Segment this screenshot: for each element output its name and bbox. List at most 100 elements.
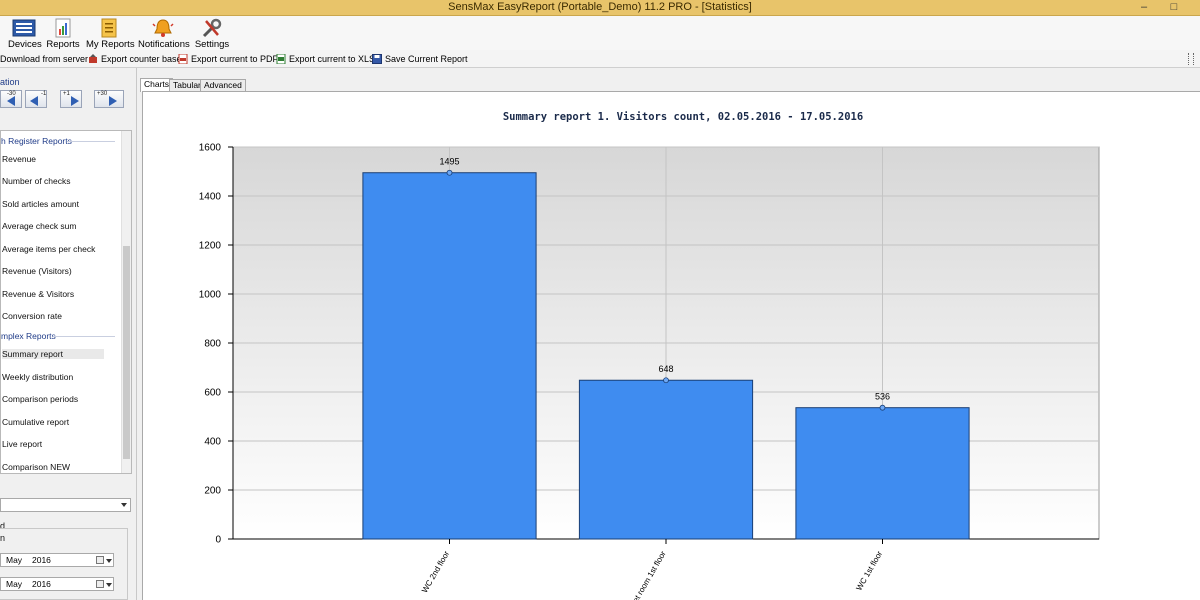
window-title: SensMax EasyReport (Portable_Demo) 11.2 … bbox=[448, 1, 752, 13]
from-label: n bbox=[0, 533, 6, 543]
report-item-number-of-checks[interactable]: Number of checks bbox=[2, 176, 71, 186]
ribbon-my-reports-button[interactable]: My Reports bbox=[86, 16, 135, 50]
date-from-picker[interactable]: May 2016 bbox=[0, 553, 114, 567]
export-counter-base-label: Export counter base bbox=[101, 54, 182, 64]
export-counter-base-button[interactable]: Export counter base bbox=[88, 52, 182, 66]
y-tick-label: 1200 bbox=[199, 241, 222, 252]
download-from-server-button[interactable]: Download from server bbox=[0, 52, 88, 66]
data-label: 648 bbox=[658, 364, 673, 374]
x-tick-label: WC 1st floor bbox=[854, 549, 884, 592]
report-item-comparison-periods[interactable]: Comparison periods bbox=[2, 394, 78, 404]
notifications-icon bbox=[152, 19, 174, 37]
minimize-button[interactable]: – bbox=[1136, 1, 1152, 14]
y-tick-label: 600 bbox=[204, 388, 221, 399]
nav-forward-30-label: +30 bbox=[97, 91, 108, 97]
nav-back-1-label: -1 bbox=[41, 91, 47, 97]
y-tick-label: 400 bbox=[204, 437, 221, 448]
y-tick-label: 1400 bbox=[199, 192, 222, 203]
cash-register-header: h Register Reports bbox=[1, 136, 72, 146]
ribbon-notifications-button[interactable]: Notifications bbox=[138, 16, 190, 50]
pdf-icon bbox=[178, 54, 188, 64]
scrollbar-thumb[interactable] bbox=[123, 246, 130, 459]
complex-reports-header: mplex Reports bbox=[1, 331, 56, 341]
toolbar-overflow-icon[interactable] bbox=[1188, 53, 1194, 65]
title-bar: SensMax EasyReport (Portable_Demo) 11.2 … bbox=[0, 0, 1200, 16]
section-divider bbox=[53, 336, 115, 337]
report-item-average-items[interactable]: Average items per check bbox=[2, 244, 95, 254]
arrow-right-icon bbox=[71, 96, 79, 106]
calendar-icon[interactable] bbox=[96, 556, 104, 564]
ribbon-my-reports-label: My Reports bbox=[86, 39, 135, 50]
maximize-button[interactable]: □ bbox=[1166, 1, 1182, 14]
export-pdf-label: Export current to PDF bbox=[191, 54, 279, 64]
export-xls-label: Export current to XLS bbox=[289, 54, 376, 64]
chevron-down-icon bbox=[121, 503, 127, 507]
download-from-server-label: Download from server bbox=[0, 54, 89, 64]
report-item-weekly-distribution[interactable]: Weekly distribution bbox=[2, 372, 73, 382]
date-to-year: 2016 bbox=[32, 579, 51, 589]
report-item-summary-report[interactable]: Summary report bbox=[2, 349, 104, 359]
export-xls-button[interactable]: Export current to XLS bbox=[276, 52, 375, 66]
report-list: h Register Reports Revenue Number of che… bbox=[0, 130, 132, 474]
date-to-picker[interactable]: May 2016 bbox=[0, 577, 114, 591]
chart-title: Summary report 1. Visitors count, 02.05.… bbox=[503, 111, 863, 123]
ribbon: Devices Reports My Reports Notifications… bbox=[0, 16, 1200, 50]
date-from-month: May bbox=[6, 555, 23, 565]
devices-icon bbox=[12, 19, 36, 37]
nav-forward-1-button[interactable]: +1 bbox=[60, 90, 82, 108]
report-list-scrollbar[interactable] bbox=[121, 131, 131, 473]
report-item-cumulative-report[interactable]: Cumulative report bbox=[2, 417, 69, 427]
nav-back-30-button[interactable]: -30 bbox=[0, 90, 22, 108]
left-panel: ation -30 -1 +1 +30 h Register Reports R… bbox=[0, 68, 137, 600]
ribbon-devices-button[interactable]: Devices bbox=[8, 16, 42, 50]
ribbon-devices-label: Devices bbox=[8, 39, 42, 50]
report-item-revenue-and-visitors[interactable]: Revenue & Visitors bbox=[2, 289, 74, 299]
toolbar: Download from server Export counter base… bbox=[0, 50, 1200, 68]
data-label: 1495 bbox=[439, 157, 459, 167]
bar-chart: Summary report 1. Visitors count, 02.05.… bbox=[199, 111, 1100, 600]
reports-icon bbox=[55, 18, 71, 38]
save-current-report-label: Save Current Report bbox=[385, 54, 468, 64]
report-item-revenue-visitors[interactable]: Revenue (Visitors) bbox=[2, 266, 72, 276]
cash-register-section: h Register Reports bbox=[1, 136, 115, 146]
ribbon-notifications-label: Notifications bbox=[138, 39, 190, 50]
x-tick-label: Toilet room 1st floor bbox=[625, 549, 668, 600]
bar-marker bbox=[663, 377, 669, 384]
ribbon-reports-button[interactable]: Reports bbox=[46, 16, 80, 50]
xls-icon bbox=[276, 54, 286, 64]
ribbon-settings-label: Settings bbox=[194, 39, 230, 50]
save-current-report-button[interactable]: Save Current Report bbox=[372, 52, 468, 66]
report-item-sold-articles[interactable]: Sold articles amount bbox=[2, 199, 79, 209]
y-tick-label: 800 bbox=[204, 339, 221, 350]
report-item-revenue[interactable]: Revenue bbox=[2, 154, 36, 164]
bar bbox=[578, 379, 754, 540]
chevron-down-icon bbox=[106, 559, 112, 563]
report-item-conversion-rate[interactable]: Conversion rate bbox=[2, 311, 62, 321]
ribbon-settings-button[interactable]: Settings bbox=[194, 16, 230, 50]
y-tick-label: 1600 bbox=[199, 143, 222, 154]
y-tick-label: 1000 bbox=[199, 290, 222, 301]
ribbon-reports-label: Reports bbox=[46, 39, 80, 50]
tab-advanced[interactable]: Advanced bbox=[200, 79, 246, 91]
nav-forward-30-button[interactable]: +30 bbox=[94, 90, 124, 108]
bar-marker bbox=[446, 169, 453, 176]
bar bbox=[362, 172, 537, 540]
nav-forward-1-label: +1 bbox=[63, 91, 70, 97]
period-combobox[interactable] bbox=[0, 498, 131, 512]
double-arrow-left-icon bbox=[7, 96, 15, 106]
export-pdf-button[interactable]: Export current to PDF bbox=[178, 52, 278, 66]
save-icon bbox=[372, 54, 382, 64]
data-label: 536 bbox=[875, 392, 890, 402]
report-item-average-check-sum[interactable]: Average check sum bbox=[2, 221, 77, 231]
chevron-down-icon bbox=[106, 583, 112, 587]
y-tick-label: 200 bbox=[204, 486, 221, 497]
report-item-live-report[interactable]: Live report bbox=[2, 439, 42, 449]
nav-back-1-button[interactable]: -1 bbox=[25, 90, 47, 108]
y-tick-label: 0 bbox=[215, 535, 221, 546]
settings-icon bbox=[202, 18, 222, 38]
arrow-left-icon bbox=[30, 96, 38, 106]
calendar-icon[interactable] bbox=[96, 580, 104, 588]
report-item-comparison-new[interactable]: Comparison NEW bbox=[2, 462, 70, 472]
navigation-header: ation bbox=[0, 77, 20, 87]
chart-panel: Summary report 1. Visitors count, 02.05.… bbox=[142, 91, 1200, 600]
